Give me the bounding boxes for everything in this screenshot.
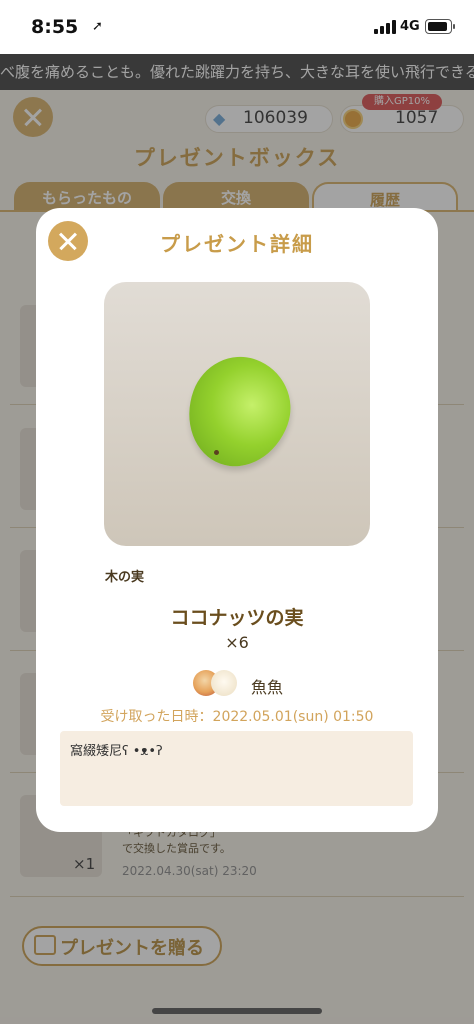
gift-message: 窩綴矮尼ʕ •ᴥ•ʔ xyxy=(60,731,413,806)
dialog-title: プレゼント詳細 xyxy=(160,232,314,256)
location-icon: ➚ xyxy=(92,19,103,34)
item-name: ココナッツの実 xyxy=(170,607,304,629)
item-quantity: ×6 xyxy=(225,633,249,652)
sender-avatar xyxy=(193,670,237,696)
sender-name: 魚魚 xyxy=(251,678,284,697)
fruit-spot xyxy=(214,450,219,455)
signal-icon xyxy=(374,20,396,34)
received-date: 受け取った日時：2022.05.01(sun) 01:50 xyxy=(100,709,374,725)
item-category: 木の実 xyxy=(105,570,145,585)
battery-icon xyxy=(425,19,455,34)
coconut-fruit-icon xyxy=(173,343,305,481)
status-bar: 8:55 ➚ 4G xyxy=(0,0,474,54)
item-image xyxy=(104,282,370,546)
status-time: 8:55 xyxy=(31,16,79,38)
network-label: 4G xyxy=(400,19,420,34)
